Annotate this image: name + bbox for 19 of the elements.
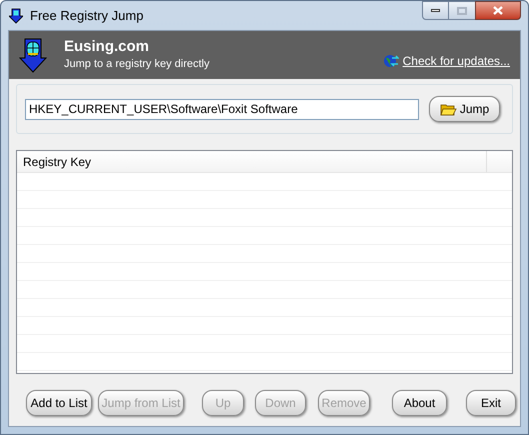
header-subtitle: Jump to a registry key directly	[64, 57, 210, 72]
action-button[interactable]: Add to List	[26, 390, 92, 416]
minimize-icon	[431, 9, 440, 12]
check-updates-link[interactable]: Check for updates...	[402, 52, 510, 70]
globe-icon	[382, 53, 399, 69]
action-button[interactable]: About	[392, 390, 447, 416]
registry-path-field[interactable]: HKEY_CURRENT_USER\Software\Foxit Software	[25, 98, 419, 120]
minimize-button[interactable]	[422, 1, 449, 20]
action-button[interactable]: Exit	[466, 390, 516, 416]
maximize-button[interactable]	[449, 1, 475, 20]
close-icon	[493, 6, 503, 15]
maximize-icon	[457, 6, 467, 14]
app-icon	[9, 8, 23, 24]
jump-button[interactable]: Jump	[429, 96, 500, 122]
folder-icon	[440, 102, 457, 116]
header-title: Eusing.com	[64, 38, 150, 56]
window-title: Free Registry Jump	[30, 6, 144, 25]
close-button[interactable]	[475, 1, 521, 20]
logo-icon	[19, 38, 47, 72]
